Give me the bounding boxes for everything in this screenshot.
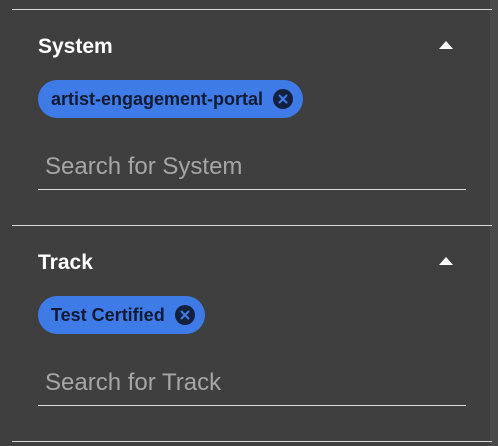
system-filter-title: System: [38, 35, 113, 58]
system-filter-section: System artist-engagement-portal: [0, 10, 498, 225]
track-selected-chip: Test Certified: [38, 296, 205, 334]
close-circle-icon[interactable]: [273, 89, 294, 109]
track-filter-title: Track: [38, 251, 93, 274]
track-chip-label: Test Certified: [51, 305, 165, 325]
filter-panel: System artist-engagement-portal Track: [0, 0, 498, 446]
track-filter-section: Track Test Certified: [0, 226, 498, 441]
system-chip-label: artist-engagement-portal: [51, 89, 264, 109]
system-selected-chip: artist-engagement-portal: [38, 80, 304, 118]
section-divider-bottom: [12, 441, 492, 442]
track-filter-header[interactable]: Track: [38, 246, 466, 280]
system-search-field: [38, 145, 466, 190]
track-search-field: [38, 361, 466, 406]
close-circle-icon[interactable]: [174, 305, 195, 325]
track-search-input[interactable]: [38, 361, 466, 405]
caret-up-icon[interactable]: [438, 256, 454, 266]
caret-up-icon[interactable]: [438, 40, 454, 50]
system-search-input[interactable]: [38, 145, 466, 189]
system-filter-header[interactable]: System: [38, 30, 466, 64]
